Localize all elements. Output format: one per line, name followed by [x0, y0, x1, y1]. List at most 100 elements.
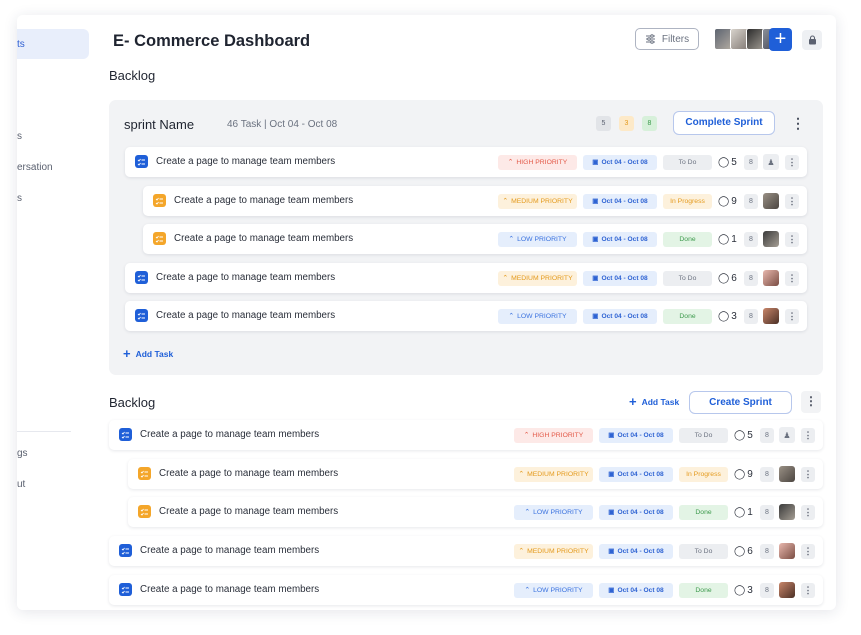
task-row[interactable]: Create a page to manage team members ⌃ LO… — [109, 575, 823, 605]
row-more-icon[interactable]: ⋮ — [785, 308, 799, 324]
comments[interactable]: ◯ 6 — [718, 273, 740, 284]
date-label: Oct 04 - Oct 08 — [617, 586, 664, 594]
date-badge[interactable]: ▣ Oct 04 - Oct 08 — [599, 466, 673, 482]
comments[interactable]: ◯ 6 — [734, 546, 756, 557]
assignee-placeholder-icon[interactable]: ♟ — [779, 427, 795, 443]
checklist-icon — [135, 271, 148, 284]
calendar-icon: ▣ — [592, 198, 599, 205]
comments[interactable]: ◯ 9 — [734, 469, 756, 480]
status-badge[interactable]: To Do — [679, 427, 728, 443]
chevrons-up-icon: ⌃ — [502, 275, 509, 282]
date-badge[interactable]: ▣ Oct 04 - Oct 08 — [599, 427, 673, 443]
subtask-row[interactable]: Create a page to manage team members ⌃ LO… — [128, 497, 823, 527]
status-badge[interactable]: To Do — [663, 154, 712, 170]
date-label: Oct 04 - Oct 08 — [601, 235, 648, 243]
create-sprint-button[interactable]: Create Sprint — [689, 391, 792, 414]
row-more-icon[interactable]: ⋮ — [785, 270, 799, 286]
comments[interactable]: ◯ 5 — [718, 157, 740, 168]
task-row[interactable]: Create a page to manage team members ⌃ LO… — [125, 301, 807, 331]
status-badge[interactable]: To Do — [679, 543, 728, 559]
row-more-icon[interactable]: ⋮ — [801, 504, 815, 520]
status-badge[interactable]: Done — [679, 582, 728, 598]
date-badge[interactable]: ▣ Oct 04 - Oct 08 — [583, 193, 657, 209]
story-points: 8 — [760, 427, 774, 443]
assignee-avatar[interactable] — [779, 466, 795, 482]
sidebar-item-logout[interactable]: ut — [17, 479, 25, 490]
status-badge[interactable]: Done — [679, 504, 728, 520]
priority-badge[interactable]: ⌃ MEDIUM PRIORITY — [498, 193, 577, 209]
priority-badge[interactable]: ⌃ LOW PRIORITY — [498, 308, 577, 324]
task-title: Create a page to manage team members — [174, 195, 354, 206]
sidebar-item-4[interactable]: s — [17, 193, 22, 204]
priority-badge[interactable]: ⌃ MEDIUM PRIORITY — [514, 466, 593, 482]
comments[interactable]: ◯ 1 — [718, 234, 740, 245]
assignee-avatar[interactable] — [779, 582, 795, 598]
row-more-icon[interactable]: ⋮ — [785, 193, 799, 209]
row-more-icon[interactable]: ⋮ — [785, 154, 799, 170]
sidebar-item-settings[interactable]: gs — [17, 448, 28, 459]
date-badge[interactable]: ▣ Oct 04 - Oct 08 — [583, 231, 657, 247]
row-more-icon[interactable]: ⋮ — [801, 543, 815, 559]
story-points: 8 — [760, 582, 774, 598]
priority-badge[interactable]: ⌃ LOW PRIORITY — [498, 231, 577, 247]
task-row[interactable]: Create a page to manage team members ⌃ HI… — [109, 420, 823, 450]
status-badge[interactable]: In Progress — [663, 193, 712, 209]
row-more-icon[interactable]: ⋮ — [785, 231, 799, 247]
comments[interactable]: ◯ 3 — [734, 585, 756, 596]
assignee-avatar[interactable] — [763, 308, 779, 324]
assignee-placeholder-icon[interactable]: ♟ — [763, 154, 779, 170]
comment-icon: ◯ — [718, 195, 730, 207]
date-badge[interactable]: ▣ Oct 04 - Oct 08 — [599, 504, 673, 520]
priority-badge[interactable]: ⌃ HIGH PRIORITY — [514, 427, 593, 443]
lock-button[interactable] — [802, 30, 822, 50]
task-row[interactable]: Create a page to manage team members ⌃ HI… — [125, 147, 807, 177]
row-more-icon[interactable]: ⋮ — [801, 466, 815, 482]
priority-label: LOW PRIORITY — [517, 235, 567, 243]
status-badge[interactable]: Done — [663, 231, 712, 247]
priority-badge[interactable]: ⌃ MEDIUM PRIORITY — [514, 543, 593, 559]
priority-badge[interactable]: ⌃ LOW PRIORITY — [514, 504, 593, 520]
backlog-more-icon[interactable]: ⋮ — [801, 391, 821, 413]
date-label: Oct 04 - Oct 08 — [617, 547, 664, 555]
row-more-icon[interactable]: ⋮ — [801, 582, 815, 598]
subtask-row[interactable]: Create a page to manage team members ⌃ ME… — [128, 459, 823, 489]
add-member-button[interactable]: + — [769, 28, 792, 51]
sidebar-item-2[interactable]: s — [17, 131, 22, 142]
date-badge[interactable]: ▣ Oct 04 - Oct 08 — [599, 543, 673, 559]
date-badge[interactable]: ▣ Oct 04 - Oct 08 — [599, 582, 673, 598]
status-badge[interactable]: In Progress — [679, 466, 728, 482]
status-badge[interactable]: To Do — [663, 270, 712, 286]
comments[interactable]: ◯ 3 — [718, 311, 740, 322]
comments[interactable]: ◯ 1 — [734, 507, 756, 518]
date-badge[interactable]: ▣ Oct 04 - Oct 08 — [583, 308, 657, 324]
comments[interactable]: ◯ 9 — [718, 196, 740, 207]
sprint-more-icon[interactable]: ⋮ — [791, 116, 805, 130]
filters-button[interactable]: Filters — [635, 28, 699, 50]
assignee-avatar[interactable] — [763, 270, 779, 286]
assignee-avatar[interactable] — [779, 504, 795, 520]
checklist-icon — [135, 155, 148, 168]
assignee-avatar[interactable] — [779, 543, 795, 559]
backlog-add-task-button[interactable]: + Add Task — [629, 394, 679, 409]
plus-icon: + — [123, 346, 131, 361]
priority-badge[interactable]: ⌃ HIGH PRIORITY — [498, 154, 577, 170]
assignee-avatar[interactable] — [763, 231, 779, 247]
subtask-row[interactable]: Create a page to manage team members ⌃ ME… — [143, 186, 807, 216]
task-title: Create a page to manage team members — [156, 156, 336, 167]
comments[interactable]: ◯ 5 — [734, 430, 756, 441]
sidebar-item-conversation[interactable]: ersation — [17, 162, 53, 173]
complete-sprint-button[interactable]: Complete Sprint — [673, 111, 775, 135]
date-badge[interactable]: ▣ Oct 04 - Oct 08 — [583, 270, 657, 286]
priority-badge[interactable]: ⌃ LOW PRIORITY — [514, 582, 593, 598]
task-row[interactable]: Create a page to manage team members ⌃ ME… — [109, 536, 823, 566]
subtask-row[interactable]: Create a page to manage team members ⌃ LO… — [143, 224, 807, 254]
priority-badge[interactable]: ⌃ MEDIUM PRIORITY — [498, 270, 577, 286]
sprint-add-task-button[interactable]: + Add Task — [123, 346, 173, 361]
assignee-avatar[interactable] — [763, 193, 779, 209]
row-more-icon[interactable]: ⋮ — [801, 427, 815, 443]
task-row[interactable]: Create a page to manage team members ⌃ ME… — [125, 263, 807, 293]
filters-label: Filters — [661, 33, 690, 45]
date-badge[interactable]: ▣ Oct 04 - Oct 08 — [583, 154, 657, 170]
sidebar-item-active[interactable]: ts — [17, 29, 89, 59]
status-badge[interactable]: Done — [663, 308, 712, 324]
